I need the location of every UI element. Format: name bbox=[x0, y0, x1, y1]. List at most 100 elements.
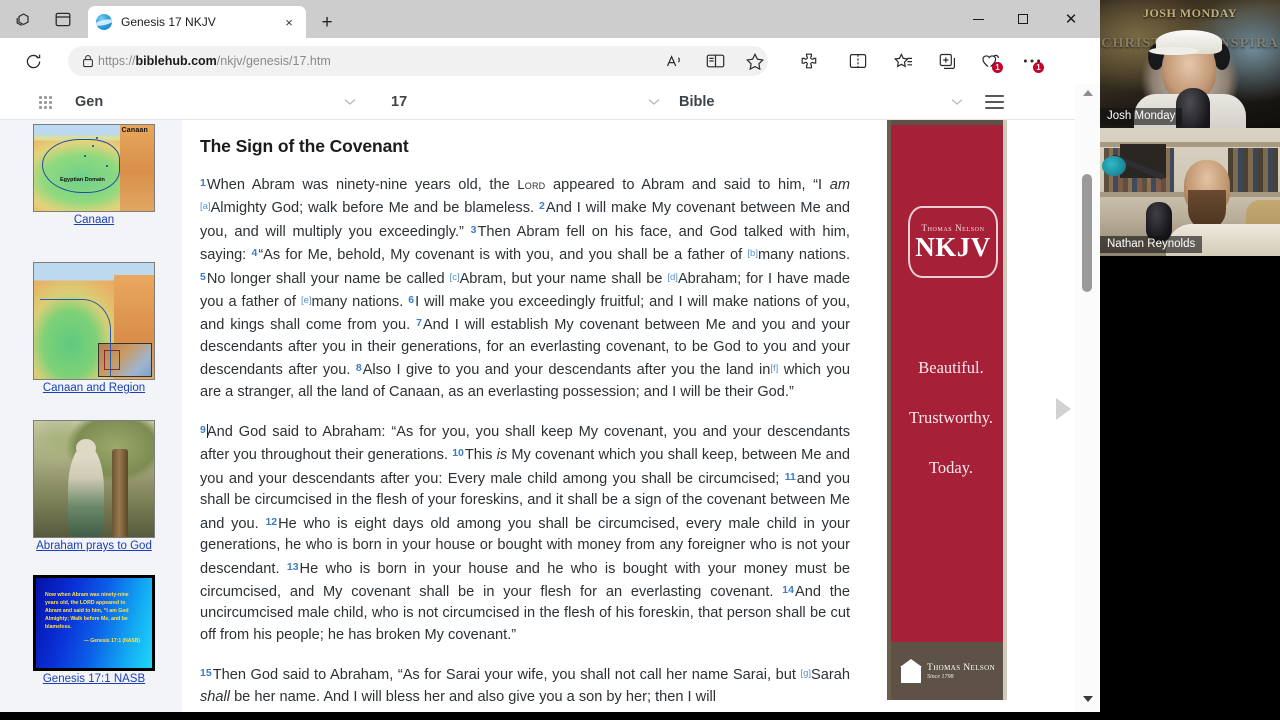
scrollbar-thumb[interactable] bbox=[1082, 174, 1092, 292]
scripture-paragraph: 9And God said to Abraham: “As for you, y… bbox=[200, 420, 850, 646]
canaan-map-thumbnail[interactable]: Canaan Egyptian Domain bbox=[33, 124, 155, 212]
verse-text: Then God said to Abraham, “As for Sarai … bbox=[212, 667, 801, 684]
ad-footer-brand: Thomas Nelson bbox=[927, 662, 996, 673]
map-label-egyptian-domain: Egyptian Domain bbox=[60, 177, 105, 183]
verse-number[interactable]: 6 bbox=[408, 294, 414, 306]
lock-icon bbox=[78, 54, 98, 68]
participant-name-label: Josh Monday bbox=[1100, 108, 1183, 125]
grid-apps-icon[interactable] bbox=[39, 96, 52, 109]
sidebar-item-canaan[interactable]: Canaan Egyptian Domain Canaan bbox=[33, 124, 155, 226]
verse-text-italic: is bbox=[496, 447, 508, 464]
sidebar-item-label[interactable]: Genesis 17:1 NASB bbox=[33, 673, 155, 685]
sidebar-item-label[interactable]: Abraham prays to God bbox=[33, 540, 155, 552]
verse-text: When Abram was ninety-nine years old, th… bbox=[206, 177, 518, 193]
browser-essentials-icon[interactable] bbox=[796, 48, 822, 74]
chevron-down-icon[interactable] bbox=[951, 84, 963, 120]
webcam-tile-nathan-reynolds[interactable]: Nathan Reynolds bbox=[1100, 128, 1280, 256]
sidebar-item-genesis-17-1-nasb[interactable]: Now when Abram was ninety-nine years old… bbox=[33, 575, 155, 685]
chapter-selector[interactable]: 17 bbox=[391, 84, 407, 120]
verse-card-thumbnail[interactable]: Now when Abram was ninety-nine years old… bbox=[33, 575, 155, 671]
verse-number[interactable]: 5 bbox=[200, 271, 206, 283]
hamburger-menu-icon[interactable] bbox=[985, 95, 1004, 109]
footnote-marker[interactable]: [e] bbox=[301, 295, 312, 306]
verse-number[interactable]: 8 bbox=[356, 362, 362, 374]
footnote-marker[interactable]: [a] bbox=[200, 201, 211, 212]
minimize-button[interactable] bbox=[956, 0, 1000, 38]
footnote-marker[interactable]: [b] bbox=[747, 248, 758, 259]
verse-number[interactable]: 13 bbox=[287, 561, 299, 573]
page-scrollbar[interactable] bbox=[1075, 84, 1100, 712]
verse-number[interactable]: 15 bbox=[200, 667, 212, 679]
book-selector[interactable]: Gen bbox=[75, 84, 103, 120]
canaan-region-map-thumbnail[interactable] bbox=[33, 262, 155, 380]
settings-more-icon[interactable]: 1 bbox=[1019, 48, 1045, 74]
verse-number[interactable]: 12 bbox=[265, 516, 277, 528]
sidebar-item-label[interactable]: Canaan and Region bbox=[33, 382, 155, 394]
house-logo-icon bbox=[900, 659, 922, 683]
abraham-prays-painting-thumbnail[interactable] bbox=[33, 420, 155, 538]
browser-health-icon[interactable]: 1 bbox=[978, 48, 1004, 74]
verse-text: many nations. bbox=[311, 294, 409, 311]
verse-text-italic: am bbox=[829, 177, 850, 193]
verse-text: No longer shall your name be called bbox=[206, 270, 450, 287]
verse-text: appeared to Abram and said to him, “I bbox=[545, 177, 830, 193]
read-aloud-icon[interactable] bbox=[662, 48, 688, 74]
bible-navigation-bar: Gen 17 Bible bbox=[0, 84, 1075, 120]
play-triangle-icon[interactable] bbox=[1056, 398, 1071, 420]
immersive-reader-icon[interactable] bbox=[702, 48, 728, 74]
verse-number[interactable]: 10 bbox=[452, 447, 464, 459]
notification-badge: 1 bbox=[992, 62, 1003, 73]
ad-tagline-3: Today. bbox=[928, 458, 974, 477]
verse-number[interactable]: 4 bbox=[251, 247, 257, 259]
verse-number[interactable]: 9 bbox=[200, 424, 206, 436]
map-inset bbox=[98, 343, 152, 377]
verse-card-ref: — Genesis 17:1 (NASB) bbox=[83, 638, 140, 644]
tab-actions-icon[interactable] bbox=[52, 8, 74, 30]
browser-tab[interactable]: Genesis 17 NKJV × bbox=[88, 6, 306, 38]
mic-boom-joint bbox=[1102, 156, 1126, 176]
add-favorite-icon[interactable] bbox=[742, 48, 768, 74]
ad-top-border bbox=[891, 120, 1003, 125]
sidebar-thumbnails: Canaan Egyptian Domain Canaan Canaan and… bbox=[0, 120, 182, 712]
ad-footer-since: Since 1798 bbox=[927, 673, 954, 680]
verse-text: Also I give to you and your descendants … bbox=[362, 362, 771, 379]
scroll-down-arrow-icon[interactable] bbox=[1083, 696, 1093, 702]
tab-groups-icon[interactable] bbox=[12, 8, 34, 30]
chevron-down-icon[interactable] bbox=[344, 84, 356, 120]
maximize-button[interactable] bbox=[1001, 0, 1045, 38]
verse-text: Almighty God; walk before Me and be blam… bbox=[210, 200, 540, 217]
verse-number[interactable]: 3 bbox=[471, 224, 477, 236]
close-window-button[interactable]: ✕ bbox=[1049, 0, 1093, 38]
scroll-up-arrow-icon[interactable] bbox=[1083, 90, 1093, 96]
split-screen-icon[interactable] bbox=[845, 48, 871, 74]
sidebar-item-label[interactable]: Canaan bbox=[33, 214, 155, 226]
verse-number[interactable]: 11 bbox=[785, 471, 796, 483]
url-text: https://biblehub.com/nkjv/genesis/17.htm bbox=[98, 54, 331, 68]
verse-text: many nations. bbox=[757, 247, 851, 264]
verse-text: Sarah bbox=[811, 667, 850, 684]
sidebar-item-canaan-region[interactable]: Canaan and Region bbox=[33, 262, 155, 394]
collections-icon[interactable] bbox=[935, 48, 961, 74]
version-selector[interactable]: Bible bbox=[679, 84, 714, 120]
verse-text: “As for Me, behold, My covenant is with … bbox=[258, 247, 748, 264]
advertisement-rail: Thomas Nelson NKJV Beautiful. Trustworth… bbox=[882, 120, 1075, 712]
footnote-marker[interactable]: [d] bbox=[667, 272, 678, 283]
verse-number[interactable]: 7 bbox=[416, 317, 422, 329]
reload-icon[interactable] bbox=[20, 48, 46, 74]
scripture-article: The Sign of the Covenant 1When Abram was… bbox=[182, 120, 882, 712]
nkjv-advertisement[interactable]: Thomas Nelson NKJV Beautiful. Trustworth… bbox=[887, 120, 1007, 700]
close-icon[interactable]: × bbox=[280, 13, 298, 31]
nkjv-logo: Thomas Nelson NKJV bbox=[908, 206, 998, 278]
sidebar-item-abraham-prays[interactable]: Abraham prays to God bbox=[33, 420, 155, 552]
verse-number[interactable]: 1 bbox=[200, 177, 206, 189]
verse-number[interactable]: 2 bbox=[539, 200, 545, 212]
footnote-marker[interactable]: [g] bbox=[800, 668, 811, 679]
verse-number[interactable]: 14 bbox=[782, 584, 794, 596]
webcam-tile-josh-monday[interactable]: JOSH MONDAY CHRISTIAN CONSPIRA Josh Mond… bbox=[1100, 0, 1280, 128]
favorites-icon[interactable] bbox=[890, 48, 916, 74]
chevron-down-icon[interactable] bbox=[648, 84, 660, 120]
verse-text: This bbox=[464, 447, 497, 464]
ad-footer: Thomas Nelson Since 1798 bbox=[891, 642, 1003, 700]
footnote-marker[interactable]: [c] bbox=[450, 272, 460, 283]
new-tab-button[interactable]: + bbox=[316, 11, 338, 33]
